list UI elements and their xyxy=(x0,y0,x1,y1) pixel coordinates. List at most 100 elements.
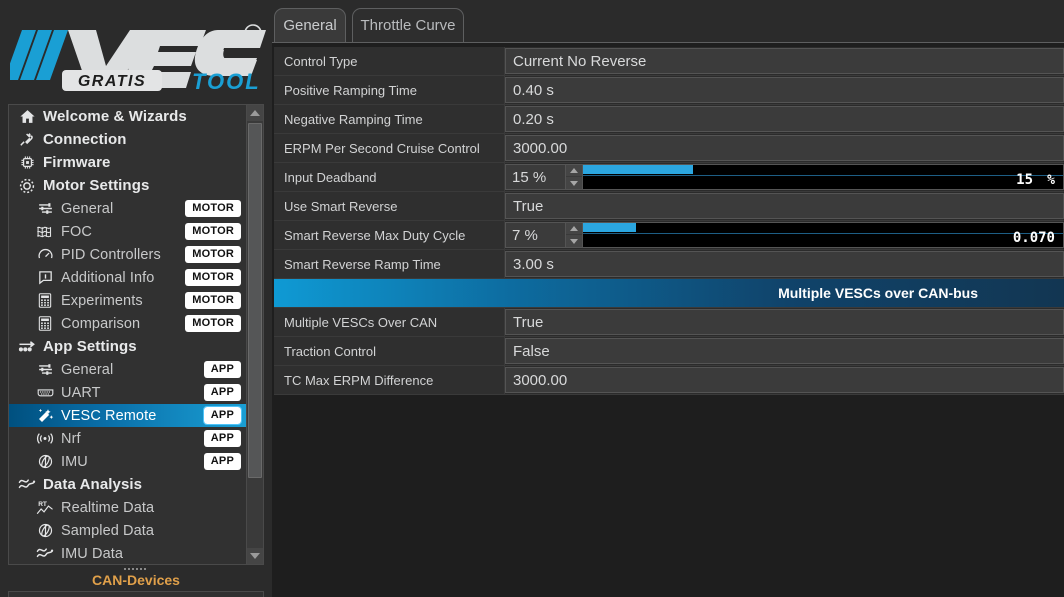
sidebar-item-realtime-data[interactable]: RT Realtime Data xyxy=(9,496,247,519)
sidebar-item-nrf[interactable]: Nrf APP xyxy=(9,427,247,450)
arrows-icon xyxy=(17,338,37,356)
spinbox-decrement-button[interactable] xyxy=(566,177,582,189)
setting-name: Input Deadband xyxy=(274,163,505,191)
setting-value-cell: False xyxy=(505,337,1064,365)
wand-icon xyxy=(35,407,55,425)
setting-name: TC Max ERPM Difference xyxy=(274,366,505,394)
spinbox-decrement-button[interactable] xyxy=(566,235,582,247)
sidebar-item-firmware[interactable]: Firmware xyxy=(9,151,247,174)
setting-value-field[interactable]: True xyxy=(505,309,1064,335)
sidebar-badge-app: APP xyxy=(203,430,241,447)
slider-track-line xyxy=(583,233,1063,234)
setting-value-field[interactable]: Current No Reverse xyxy=(505,48,1064,74)
sidebar-scrollbar[interactable] xyxy=(246,105,263,564)
scroll-down-button[interactable] xyxy=(247,548,263,564)
tab-bar: General Throttle Curve xyxy=(272,0,1064,42)
spinbox-value[interactable]: 7 % xyxy=(506,223,565,247)
navigation-panel: Welcome & Wizards Connection Firmware Motor… xyxy=(8,104,264,565)
sidebar-item-label: Connection xyxy=(43,131,127,148)
sidebar-badge-motor: MOTOR xyxy=(185,315,241,332)
slider-fill xyxy=(583,165,694,174)
triangle-down-icon xyxy=(570,238,578,244)
tab-general[interactable]: General xyxy=(274,8,346,42)
sidebar-item-label: Motor Settings xyxy=(43,177,150,194)
sidebar-item-data-analysis[interactable]: Data Analysis xyxy=(9,473,247,496)
spinbox-buttons[interactable] xyxy=(565,223,582,247)
sidebar-item-imu[interactable]: IMU APP xyxy=(9,450,247,473)
sidebar-item-experiments[interactable]: Experiments MOTOR xyxy=(9,289,247,312)
vesc-logo: R GRATIS TOOL xyxy=(0,0,272,100)
can-devices-title: CAN-Devices xyxy=(92,572,180,588)
sidebar-item-welcome-wizards[interactable]: Welcome & Wizards xyxy=(9,105,247,128)
sidebar-item-comparison[interactable]: Comparison MOTOR xyxy=(9,312,247,335)
sliders-icon xyxy=(35,361,55,379)
sidebar-item-label: FOC xyxy=(61,223,92,240)
sidebar-item-label: Additional Info xyxy=(61,269,155,286)
left-panel: R GRATIS TOOL Welcome & Wizards Connectio… xyxy=(0,0,272,597)
zigzag-icon xyxy=(17,476,37,494)
sidebar-badge-app: APP xyxy=(203,361,241,378)
sidebar-item-foc[interactable]: FOC MOTOR xyxy=(9,220,247,243)
slider-unit: % xyxy=(1047,173,1055,188)
setting-value-cell: Current No Reverse xyxy=(505,47,1064,75)
vesc-logo-svg: R GRATIS TOOL xyxy=(10,24,266,94)
value-slider-bar[interactable]: 0.070 xyxy=(583,222,1064,248)
setting-name: Use Smart Reverse xyxy=(274,192,505,220)
settings-row: TC Max ERPM Difference 3000.00 xyxy=(274,366,1064,395)
rt-chart-icon: RT xyxy=(35,499,55,517)
tab-throttle-curve[interactable]: Throttle Curve xyxy=(352,8,464,42)
svg-text:GRATIS: GRATIS xyxy=(78,73,146,90)
sidebar-item-sampled-data[interactable]: Sampled Data xyxy=(9,519,247,542)
zigzag-icon xyxy=(35,545,55,563)
slider-track-line xyxy=(583,175,1063,176)
spinbox-increment-button[interactable] xyxy=(566,165,582,177)
chip-icon xyxy=(17,154,37,172)
value-slider-bar[interactable]: % 15 xyxy=(583,164,1064,190)
scroll-up-button[interactable] xyxy=(247,105,263,121)
setting-name: Positive Ramping Time xyxy=(274,76,505,104)
spinbox[interactable]: 7 % xyxy=(505,222,583,248)
sidebar-item-general[interactable]: General APP xyxy=(9,358,247,381)
setting-name: Smart Reverse Ramp Time xyxy=(274,250,505,278)
chevron-up-icon xyxy=(250,110,260,116)
vesc-tool-window: R GRATIS TOOL Welcome & Wizards Connectio… xyxy=(0,0,1064,597)
gauge-icon xyxy=(35,246,55,264)
sidebar-item-connection[interactable]: Connection xyxy=(9,128,247,151)
setting-value-field[interactable]: 3000.00 xyxy=(505,367,1064,393)
sidebar-item-label: Firmware xyxy=(43,154,111,171)
scrollbar-thumb[interactable] xyxy=(248,123,262,478)
sidebar-badge-motor: MOTOR xyxy=(185,292,241,309)
sidebar-item-app-settings[interactable]: App Settings xyxy=(9,335,247,358)
spinbox-value[interactable]: 15 % xyxy=(506,165,565,189)
spinbox-buttons[interactable] xyxy=(565,165,582,189)
setting-value-field[interactable]: True xyxy=(505,193,1064,219)
sidebar-item-label: UART xyxy=(61,384,101,401)
setting-value-cell: True xyxy=(505,308,1064,336)
spinbox-increment-button[interactable] xyxy=(566,223,582,235)
imu-icon xyxy=(35,453,55,471)
sidebar-item-general[interactable]: General MOTOR xyxy=(9,197,247,220)
sidebar-item-additional-info[interactable]: Additional Info MOTOR xyxy=(9,266,247,289)
tab-general-label: General xyxy=(283,17,337,34)
sidebar-item-label: Data Analysis xyxy=(43,476,143,493)
setting-value-field[interactable]: False xyxy=(505,338,1064,364)
setting-value-cell: 3000.00 xyxy=(505,134,1064,162)
setting-value-field[interactable]: 3000.00 xyxy=(505,135,1064,161)
sidebar-item-vesc-remote[interactable]: VESC Remote APP xyxy=(9,404,247,427)
spinbox[interactable]: 15 % xyxy=(505,164,583,190)
sidebar-item-imu-data[interactable]: IMU Data xyxy=(9,542,247,564)
settings-section-header: Multiple VESCs over CAN-bus xyxy=(274,279,1064,308)
navigation-list[interactable]: Welcome & Wizards Connection Firmware Motor… xyxy=(9,105,247,564)
sidebar-item-motor-settings[interactable]: Motor Settings xyxy=(9,174,247,197)
sidebar-item-pid-controllers[interactable]: PID Controllers MOTOR xyxy=(9,243,247,266)
sidebar-item-uart[interactable]: UART APP xyxy=(9,381,247,404)
tab-content-general: Control Type Current No Reverse Positive R… xyxy=(272,42,1064,597)
triangle-down-icon xyxy=(570,180,578,186)
sidebar-badge-motor: MOTOR xyxy=(185,246,241,263)
setting-name: Control Type xyxy=(274,47,505,75)
setting-value-field[interactable]: 0.40 s xyxy=(505,77,1064,103)
setting-value-field[interactable]: 0.20 s xyxy=(505,106,1064,132)
svg-text:TOOL: TOOL xyxy=(192,69,261,94)
settings-row: Input Deadband 15 % % 15 xyxy=(274,163,1064,192)
setting-value-field[interactable]: 3.00 s xyxy=(505,251,1064,277)
